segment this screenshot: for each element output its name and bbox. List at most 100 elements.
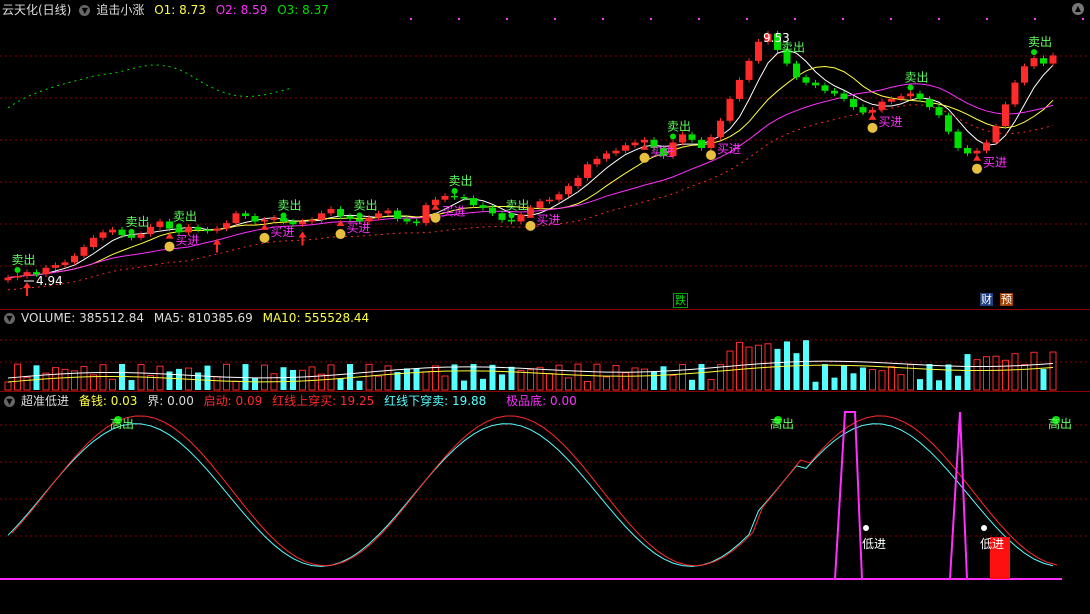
high-out-label: 高出 (110, 416, 134, 431)
candle-body (926, 98, 933, 108)
candle-body (736, 79, 743, 99)
volume-bar (1040, 369, 1047, 390)
money-bag-icon (259, 232, 270, 243)
candle-body (384, 210, 392, 214)
badge-yu[interactable]: 预 (1000, 293, 1013, 306)
volume-bar (213, 376, 221, 391)
sell-label: 卖出 (506, 198, 530, 212)
ma5-line (7, 49, 1054, 279)
candle-body (394, 210, 401, 219)
candle-body (1011, 82, 1019, 105)
buy-label: 买进 (717, 142, 741, 156)
volume-bar (375, 375, 382, 391)
marker-dot (1034, 18, 1036, 20)
volume-bar (736, 341, 743, 391)
volume-bar (955, 375, 961, 390)
volume-bar (1002, 359, 1009, 391)
volume-bar (669, 374, 677, 391)
sell-marker (280, 212, 287, 219)
volume-bar (109, 378, 116, 391)
candle-body (973, 150, 981, 154)
volume-bar (61, 368, 69, 391)
volume-bar (451, 364, 458, 390)
volume-bar (812, 381, 819, 390)
volume-bar (917, 379, 923, 390)
volume-bar (536, 366, 544, 391)
candle-body (840, 93, 848, 99)
candle-body (422, 205, 430, 224)
badge-die[interactable]: 跌 (673, 293, 688, 308)
buy-arrow-icon (973, 154, 981, 161)
volume-bar (290, 369, 296, 390)
candle-body (574, 177, 582, 187)
volume-bar (679, 364, 686, 391)
candle-body (90, 237, 97, 248)
candle-body (403, 218, 411, 222)
volume-bar (308, 366, 316, 391)
volume-bar (1030, 351, 1038, 391)
candle-body (850, 98, 857, 108)
candle-body (878, 101, 886, 110)
buy-label: 买进 (347, 221, 371, 235)
volume-bar (33, 365, 40, 390)
candle-body (23, 272, 31, 276)
candle-body (460, 196, 468, 199)
volume-bar (4, 381, 12, 391)
money-bag-icon (867, 122, 878, 133)
candle-body (954, 131, 962, 148)
candle-body (327, 208, 335, 214)
money-bag-icon (430, 212, 441, 223)
marker-dot (1082, 18, 1084, 20)
candle-body (109, 229, 116, 233)
candle-body (498, 213, 506, 220)
marker-dot (602, 18, 604, 20)
candle-body (517, 214, 525, 222)
volume-bar (489, 364, 496, 390)
volume-bar (356, 380, 363, 390)
sell-marker (508, 212, 515, 219)
buy-label: 买进 (879, 115, 903, 129)
low-in-marker (863, 525, 869, 531)
volume-bar (603, 376, 610, 391)
candle-body (308, 219, 316, 222)
candle-body (1002, 104, 1009, 127)
volume-bar (850, 373, 857, 390)
volume-bar (252, 378, 258, 390)
candle-body (166, 221, 173, 229)
volume-bar (707, 379, 715, 391)
marker-dot (554, 18, 556, 20)
candle-body (755, 41, 762, 61)
candle-body (935, 107, 943, 116)
volume-bar (404, 368, 410, 390)
marker-dot (986, 18, 988, 20)
candle-body (52, 265, 59, 268)
volume-bar (822, 364, 828, 390)
volume-bar (347, 364, 353, 390)
candle-body (546, 199, 553, 202)
volume-bar (394, 372, 401, 390)
buy-label: 买进 (983, 156, 1007, 170)
volume-bar (99, 364, 107, 391)
volume-bar (897, 374, 905, 391)
volume-bar (888, 366, 895, 391)
stock-chart[interactable]: 卖出卖出 卖出卖出 卖出卖出卖出卖出卖出卖出卖出买进买进 买进买进买进买进 买进买进买进… (0, 0, 1090, 614)
volume-bar (432, 365, 439, 391)
volume-bar (499, 374, 505, 390)
marker-dot (746, 18, 748, 20)
marker-dot (842, 18, 844, 20)
candle-body (679, 134, 686, 143)
sell-label: 卖出 (667, 120, 691, 134)
volume-bar (128, 380, 135, 390)
volume-bar (327, 364, 335, 391)
volume-bar (860, 367, 866, 390)
volume-bar (945, 364, 952, 390)
sell-marker (907, 84, 914, 91)
volume-bar (461, 380, 467, 390)
money-bag-icon (972, 163, 982, 174)
candle-body (128, 235, 135, 238)
volume-bar (337, 378, 344, 390)
badge-cai[interactable]: 财 (980, 293, 993, 306)
volume-bar (517, 369, 525, 391)
volume-bar (42, 372, 50, 391)
sell-label: 卖出 (173, 209, 197, 223)
